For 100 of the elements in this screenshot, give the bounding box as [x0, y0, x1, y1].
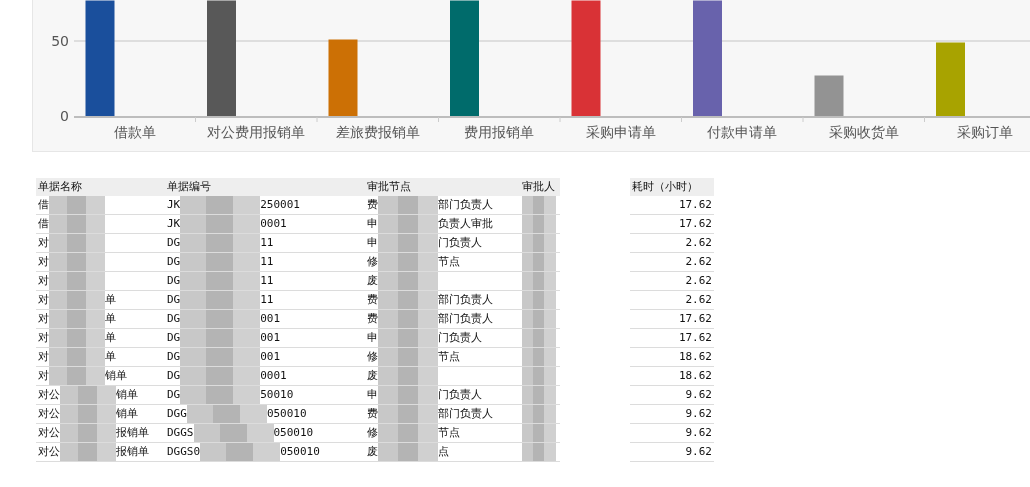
cell-text: 11 [260, 236, 274, 249]
cell-text: 对 [38, 369, 49, 382]
cell-text: 节点 [438, 255, 460, 268]
cell-text: 门负责人 [438, 331, 482, 344]
blur-mark [60, 405, 116, 423]
blur-mark [378, 443, 438, 461]
cell-text: DG [167, 331, 181, 344]
blur-mark [378, 424, 438, 442]
cell-text: 001 [260, 350, 281, 363]
axis-label: 费用报销单 [464, 124, 535, 140]
cell-text: 250001 [260, 198, 300, 211]
blur-mark [60, 386, 116, 404]
cell-text: 销单 [116, 388, 138, 401]
cell-text: 11 [260, 293, 274, 306]
cell-text: 部门负责人 [438, 312, 493, 325]
cell-text: 申 [367, 331, 378, 344]
cell-text: 费 [367, 312, 378, 325]
axis-label: 对公费用报销单 [207, 124, 306, 140]
cell-text: 节点 [438, 350, 460, 363]
blur-mark [49, 215, 105, 233]
table-cell: 9.62 [630, 423, 714, 443]
cell-text: 050010 [266, 407, 307, 420]
cell-text: DG [167, 255, 181, 268]
cell-text: 节点 [438, 426, 460, 439]
cell-text: 废 [367, 274, 378, 287]
cell-text: 单 [105, 293, 116, 306]
cell-text: 0001 [260, 217, 287, 230]
cell-text: 部门负责人 [438, 407, 493, 420]
cell-text: 废 [367, 369, 378, 382]
cell-text: 050010 [273, 426, 314, 439]
blur-mark [522, 272, 556, 290]
cell-text: 对 [38, 350, 49, 363]
cell-text: 费 [367, 407, 378, 420]
table-cell: 17.62 [630, 309, 714, 329]
cell-text: DG [167, 293, 181, 306]
cell-text: 对 [38, 255, 49, 268]
blur-mark [378, 215, 438, 233]
column-header: 耗时（小时） [630, 178, 714, 196]
blur-mark [49, 329, 105, 347]
axis-label: 0 [60, 108, 69, 124]
blur-mark [49, 310, 105, 328]
cell-text: 001 [260, 312, 281, 325]
cell-text: DG [167, 312, 181, 325]
blur-mark [522, 424, 556, 442]
cell-text: 对 [38, 274, 49, 287]
blur-mark [49, 253, 105, 271]
table-cell: 9.62 [630, 404, 714, 424]
cell-text: 销单 [116, 407, 138, 420]
blur-mark [522, 443, 556, 461]
blur-mark [378, 310, 438, 328]
cell-text: 对公 [38, 445, 60, 458]
axis-label: 50 [51, 33, 69, 49]
cell-text: 11 [260, 255, 274, 268]
blur-mark [378, 272, 438, 290]
blur-mark [378, 405, 438, 423]
cell-text: 对 [38, 293, 49, 306]
cell-text: JK [167, 217, 181, 230]
cell-text: 部门负责人 [438, 198, 493, 211]
cell-text: 报销单 [116, 426, 149, 439]
cell-text: JK [167, 198, 181, 211]
blur-mark [522, 310, 556, 328]
cell-text: 门负责人 [438, 388, 482, 401]
blur-mark [522, 367, 556, 385]
table-cell: 2.62 [630, 271, 714, 291]
cell-text: 单 [105, 350, 116, 363]
cell-text: DG [167, 350, 181, 363]
column-header: 单据名称 [36, 178, 165, 196]
cell-text: 费 [367, 198, 378, 211]
bar [814, 75, 844, 116]
axis-label: 采购订单 [957, 124, 1014, 140]
blur-mark [378, 367, 438, 385]
blur-mark [522, 329, 556, 347]
cell-text: 销单 [105, 369, 127, 382]
cell-text: 对 [38, 312, 49, 325]
cell-text: 对公 [38, 426, 60, 439]
cell-text: 申 [367, 388, 378, 401]
cell-text: 对 [38, 331, 49, 344]
cell-text: 对公 [38, 388, 60, 401]
cell-text: 修 [367, 350, 378, 363]
cell-text: 借 [38, 198, 49, 211]
axis-label: 付款申请单 [707, 124, 778, 140]
blur-mark [60, 424, 116, 442]
cell-text: 对公 [38, 407, 60, 420]
cell-text: 借 [38, 217, 49, 230]
cell-text: 修 [367, 255, 378, 268]
table-cell: 9.62 [630, 442, 714, 462]
blur-mark [378, 196, 438, 214]
blur-mark [60, 443, 116, 461]
cell-text: DG [167, 274, 181, 287]
blur-mark [49, 291, 105, 309]
table-cell: 17.62 [630, 196, 714, 215]
blur-mark [49, 367, 105, 385]
cell-text: 0001 [260, 369, 287, 382]
table-cell: 9.62 [630, 385, 714, 405]
column-header: 审批节点 [365, 178, 520, 196]
cell-text: 部门负责人 [438, 293, 493, 306]
table-cell: 2.62 [630, 233, 714, 253]
axis-label: 采购申请单 [585, 124, 656, 140]
table-cell: 18.62 [630, 347, 714, 367]
cell-text: DG [167, 236, 181, 249]
